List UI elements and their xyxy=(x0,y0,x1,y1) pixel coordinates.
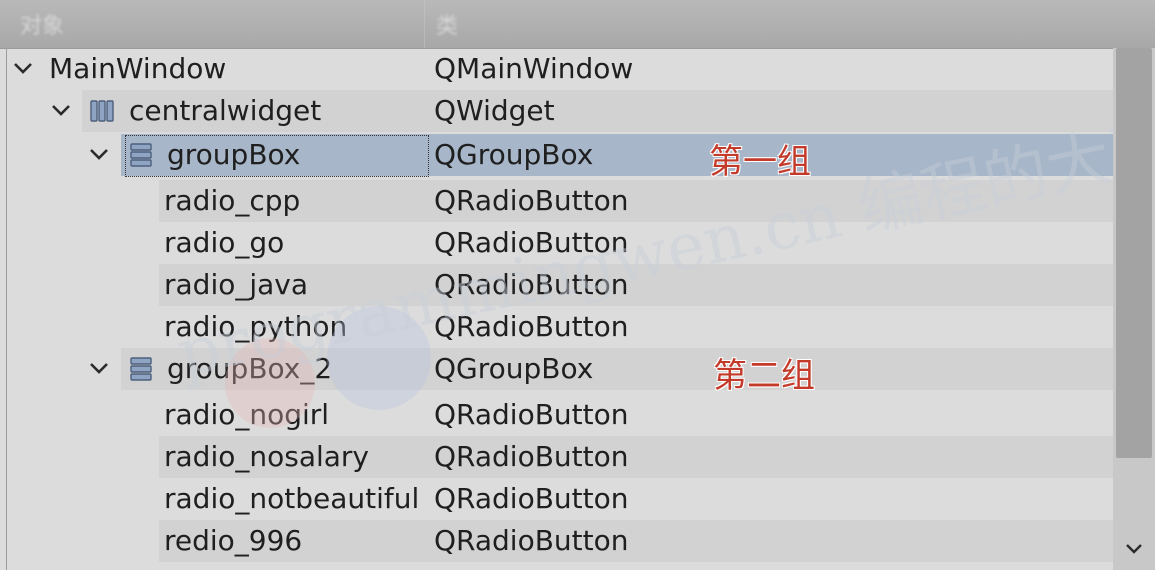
object-name: radio_nogirl xyxy=(164,398,330,431)
vertical-scrollbar[interactable] xyxy=(1113,48,1155,570)
object-class: QRadioButton xyxy=(434,482,629,515)
object-class: QGroupBox xyxy=(434,352,594,385)
scroll-down-icon[interactable] xyxy=(1122,536,1146,560)
chevron-down-icon[interactable] xyxy=(11,56,35,80)
object-name: radio_python xyxy=(164,310,348,343)
tree-row-radio-nosalary[interactable]: radio_nosalary QRadioButton xyxy=(7,436,1113,478)
object-inspector-tree[interactable]: MainWindow QMainWindow centralwidget QWi… xyxy=(6,48,1113,570)
chevron-down-icon[interactable] xyxy=(87,142,111,166)
object-name: radio_java xyxy=(164,268,309,301)
object-class: QRadioButton xyxy=(434,226,629,259)
header-class-column[interactable]: 类 xyxy=(436,8,458,40)
horizontal-layout-icon xyxy=(89,98,115,124)
object-class: QRadioButton xyxy=(434,440,629,473)
object-name: radio_notbeautiful xyxy=(164,482,420,515)
chevron-down-icon[interactable] xyxy=(49,98,73,122)
object-name: groupBox xyxy=(167,138,301,171)
object-name: radio_nosalary xyxy=(164,440,369,473)
vertical-layout-icon xyxy=(128,356,154,382)
tree-row-radio-cpp[interactable]: radio_cpp QRadioButton xyxy=(7,180,1113,222)
tree-row-redio-996[interactable]: redio_996 QRadioButton xyxy=(7,520,1113,562)
tree-header: 对象 类 xyxy=(0,0,1155,49)
scrollbar-thumb[interactable] xyxy=(1116,48,1152,458)
object-name: redio_996 xyxy=(164,524,303,557)
vertical-layout-icon xyxy=(128,142,154,168)
object-class: QRadioButton xyxy=(434,398,629,431)
object-name: MainWindow xyxy=(49,52,227,85)
object-class: QRadioButton xyxy=(434,310,629,343)
tree-row-radio-nogirl[interactable]: radio_nogirl QRadioButton xyxy=(7,394,1113,436)
object-class: QRadioButton xyxy=(434,524,629,557)
tree-row-groupbox[interactable]: groupBox QGroupBox xyxy=(7,134,1113,177)
tree-row-radio-java[interactable]: radio_java QRadioButton xyxy=(7,264,1113,306)
header-separator[interactable] xyxy=(424,0,425,48)
tree-row-radio-python[interactable]: radio_python QRadioButton xyxy=(7,306,1113,348)
annotation-group-2: 第二组 xyxy=(713,356,815,396)
tree-row-centralwidget-content[interactable]: centralwidget QWidget xyxy=(7,90,1113,132)
object-class: QMainWindow xyxy=(434,52,634,85)
tree-row-mainwindow[interactable]: MainWindow QMainWindow xyxy=(7,48,1113,90)
object-name: radio_go xyxy=(164,226,285,259)
object-class: QGroupBox xyxy=(434,138,594,171)
object-class: QWidget xyxy=(434,94,555,127)
object-name: centralwidget xyxy=(129,94,322,127)
object-class: QRadioButton xyxy=(434,184,629,217)
annotation-group-1: 第一组 xyxy=(709,142,811,182)
chevron-down-icon[interactable] xyxy=(87,356,111,380)
object-name: radio_cpp xyxy=(164,184,301,217)
tree-row-radio-notbeautiful[interactable]: radio_notbeautiful QRadioButton xyxy=(7,478,1113,520)
header-object-column[interactable]: 对象 xyxy=(20,8,64,40)
tree-row-radio-go[interactable]: radio_go QRadioButton xyxy=(7,222,1113,264)
object-name: groupBox_2 xyxy=(167,352,333,385)
object-class: QRadioButton xyxy=(434,268,629,301)
tree-row-groupbox-2[interactable]: groupBox_2 QGroupBox xyxy=(7,348,1113,390)
